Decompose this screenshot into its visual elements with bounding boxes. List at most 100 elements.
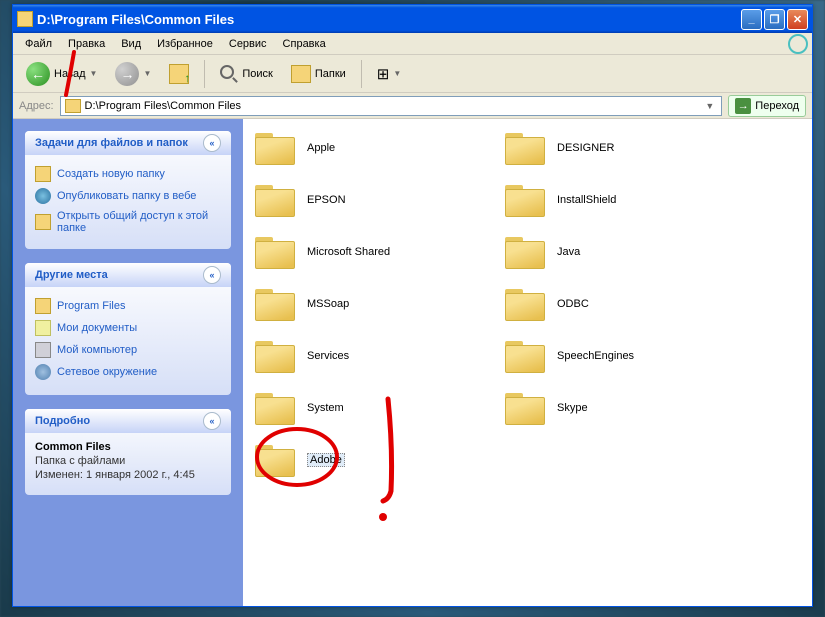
folder-label: SpeechEngines <box>557 350 634 362</box>
content-area: Задачи для файлов и папок « Создать нову… <box>13 119 812 606</box>
folder-icon <box>35 298 51 314</box>
address-label: Адрес: <box>19 100 54 112</box>
titlebar[interactable]: D:\Program Files\Common Files _ ❐ ✕ <box>13 5 812 33</box>
globe-icon <box>35 188 51 204</box>
folder-item[interactable]: System <box>253 389 493 427</box>
place-network[interactable]: Сетевое окружение <box>35 361 221 383</box>
folder-label: Microsoft Shared <box>307 246 390 258</box>
folder-label: System <box>307 402 344 414</box>
menubar: Файл Правка Вид Избранное Сервис Справка <box>13 33 812 55</box>
tasks-title: Задачи для файлов и папок <box>35 137 188 149</box>
folder-item[interactable]: Adobe <box>253 441 493 479</box>
go-arrow-icon: → <box>735 98 751 114</box>
folder-icon <box>503 285 547 323</box>
folder-item[interactable]: DESIGNER <box>503 129 743 167</box>
folder-item[interactable]: ODBC <box>503 285 743 323</box>
folder-icon <box>253 233 297 271</box>
address-input[interactable]: D:\Program Files\Common Files ▼ <box>60 96 723 116</box>
menu-help[interactable]: Справка <box>275 36 334 52</box>
separator <box>204 60 205 88</box>
views-button[interactable]: ⊞ ▼ <box>370 60 409 88</box>
separator <box>361 60 362 88</box>
folder-icon <box>503 389 547 427</box>
details-name: Common Files <box>35 441 221 453</box>
details-header[interactable]: Подробно « <box>25 409 231 433</box>
details-modified: Изменен: 1 января 2002 г., 4:45 <box>35 469 221 481</box>
menu-file[interactable]: Файл <box>17 36 60 52</box>
folder-item[interactable]: InstallShield <box>503 181 743 219</box>
folder-icon <box>253 285 297 323</box>
sidebar: Задачи для файлов и папок « Создать нову… <box>13 119 243 606</box>
collapse-icon[interactable]: « <box>203 134 221 152</box>
folder-icon <box>503 129 547 167</box>
details-title: Подробно <box>35 415 90 427</box>
place-program-files[interactable]: Program Files <box>35 295 221 317</box>
views-icon: ⊞ <box>377 65 390 83</box>
menu-view[interactable]: Вид <box>113 36 149 52</box>
places-header[interactable]: Другие места « <box>25 263 231 287</box>
task-share[interactable]: Открыть общий доступ к этой папке <box>35 207 221 237</box>
place-my-computer[interactable]: Мой компьютер <box>35 339 221 361</box>
address-path: D:\Program Files\Common Files <box>85 100 699 112</box>
folder-item[interactable]: Java <box>503 233 743 271</box>
details-panel: Подробно « Common Files Папка с файлами … <box>25 409 231 495</box>
places-panel: Другие места « Program Files Мои докумен… <box>25 263 231 395</box>
window-controls: _ ❐ ✕ <box>741 9 808 30</box>
folder-item[interactable]: Skype <box>503 389 743 427</box>
addressbar: Адрес: D:\Program Files\Common Files ▼ →… <box>13 93 812 119</box>
forward-button[interactable]: → ▼ <box>108 57 158 91</box>
folder-icon <box>503 233 547 271</box>
menu-favorites[interactable]: Избранное <box>149 36 221 52</box>
folder-label: Apple <box>307 142 335 154</box>
folder-icon <box>253 181 297 219</box>
task-new-folder[interactable]: Создать новую папку <box>35 163 221 185</box>
menu-tools[interactable]: Сервис <box>221 36 275 52</box>
toolbar: ← Назад ▼ → ▼ Поиск Папки ⊞ ▼ <box>13 55 812 93</box>
folder-label: Adobe <box>307 453 345 467</box>
folders-icon <box>291 65 311 83</box>
details-type: Папка с файлами <box>35 455 221 467</box>
file-list[interactable]: Apple DESIGNER EPSON InstallShield Microsoft… <box>243 119 812 606</box>
new-folder-icon <box>35 166 51 182</box>
search-button[interactable]: Поиск <box>213 60 279 88</box>
computer-icon <box>35 342 51 358</box>
search-label: Поиск <box>242 68 272 80</box>
share-icon <box>35 214 51 230</box>
folder-item[interactable]: SpeechEngines <box>503 337 743 375</box>
menu-edit[interactable]: Правка <box>60 36 113 52</box>
explorer-window: D:\Program Files\Common Files _ ❐ ✕ Файл… <box>12 4 813 607</box>
folders-button[interactable]: Папки <box>284 60 353 88</box>
tasks-header[interactable]: Задачи для файлов и папок « <box>25 131 231 155</box>
window-title: D:\Program Files\Common Files <box>37 12 741 27</box>
go-label: Переход <box>755 100 799 112</box>
close-button[interactable]: ✕ <box>787 9 808 30</box>
chevron-down-icon[interactable]: ▼ <box>702 101 717 111</box>
folders-label: Папки <box>315 68 346 80</box>
folder-icon <box>253 337 297 375</box>
maximize-button[interactable]: ❐ <box>764 9 785 30</box>
folder-label: EPSON <box>307 194 346 206</box>
folder-item[interactable]: Microsoft Shared <box>253 233 493 271</box>
back-label: Назад <box>54 68 86 80</box>
up-button[interactable] <box>162 59 196 89</box>
folder-item[interactable]: Apple <box>253 129 493 167</box>
search-icon <box>220 65 238 83</box>
folder-label: Skype <box>557 402 588 414</box>
go-button[interactable]: → Переход <box>728 95 806 117</box>
tasks-panel: Задачи для файлов и папок « Создать нову… <box>25 131 231 249</box>
collapse-icon[interactable]: « <box>203 412 221 430</box>
folder-icon <box>503 337 547 375</box>
folder-item[interactable]: MSSoap <box>253 285 493 323</box>
network-icon <box>35 364 51 380</box>
minimize-button[interactable]: _ <box>741 9 762 30</box>
folder-item[interactable]: EPSON <box>253 181 493 219</box>
collapse-icon[interactable]: « <box>203 266 221 284</box>
task-publish[interactable]: Опубликовать папку в вебе <box>35 185 221 207</box>
throbber-icon <box>788 34 808 54</box>
folder-item[interactable]: Services <box>253 337 493 375</box>
back-button[interactable]: ← Назад ▼ <box>19 57 104 91</box>
place-my-documents[interactable]: Мои документы <box>35 317 221 339</box>
folder-icon <box>253 129 297 167</box>
folder-label: InstallShield <box>557 194 616 206</box>
folder-label: MSSoap <box>307 298 349 310</box>
